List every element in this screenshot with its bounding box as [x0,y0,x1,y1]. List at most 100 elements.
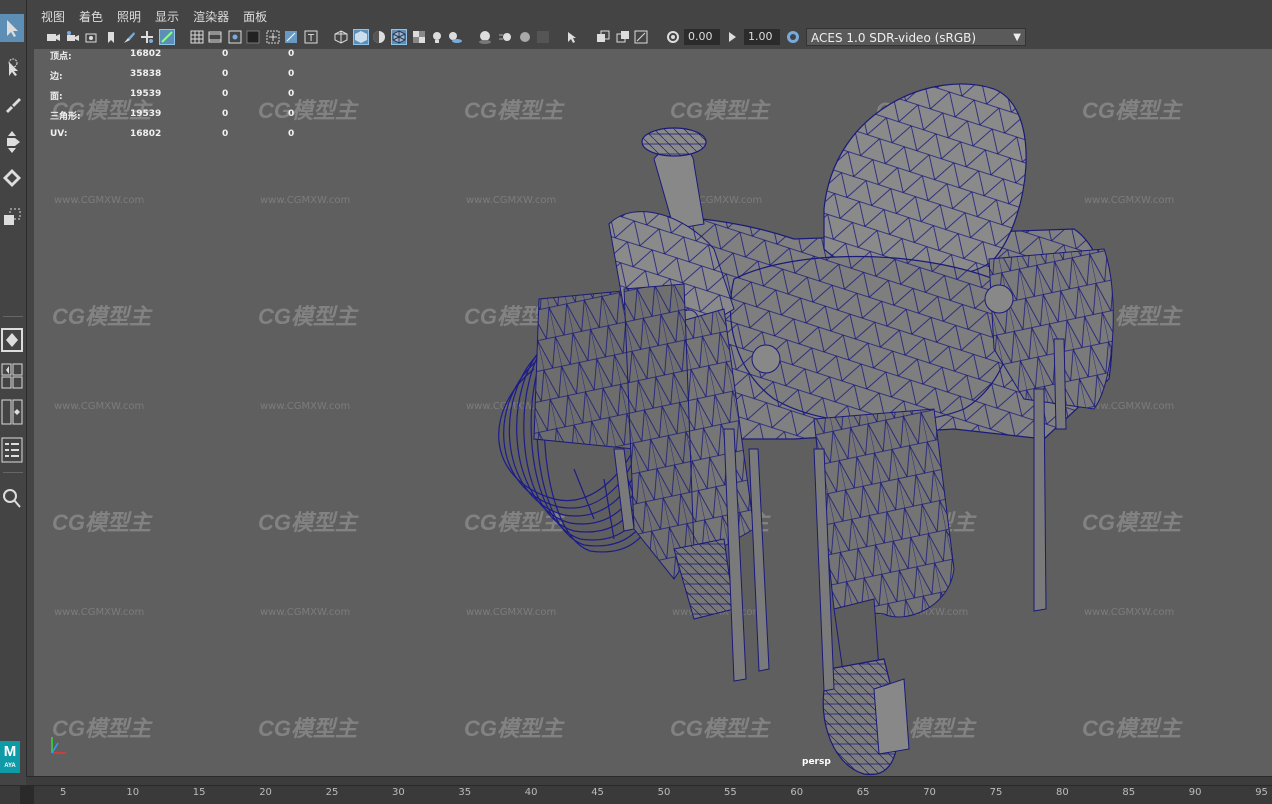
time-slider[interactable]: 5 10 15 20 25 30 35 40 45 50 55 60 65 70 75 80 85 90 95 [0,785,1272,804]
rotate-icon [3,169,21,187]
time-tick-label: 90 [1188,787,1202,798]
xray-joints-icon[interactable] [634,30,648,44]
two-view-button[interactable] [0,398,24,426]
field-chart-icon[interactable] [266,30,280,44]
grease-pencil-icon[interactable] [122,30,136,44]
hud-value: 0 [222,49,229,59]
multisample-aa-icon[interactable] [518,30,532,44]
move-tool-button[interactable] [0,128,24,156]
image-plane-icon[interactable] [104,30,118,44]
hud-value: 16802 [130,49,162,59]
hud-value: 0 [288,129,295,139]
hud-value: 19539 [130,109,162,119]
safe-action-icon[interactable] [284,30,298,44]
time-tick-label: 10 [126,787,140,798]
time-tick-label: 70 [923,787,936,798]
use-all-lights-icon[interactable] [430,30,444,44]
isolate-select-icon[interactable] [566,30,580,44]
view-transform-icon[interactable] [786,30,800,44]
smooth-shade-icon[interactable] [353,29,369,45]
menu-panels[interactable]: 面板 [236,5,274,27]
select-arrow-icon [7,20,18,37]
rotate-tool-button[interactable] [0,164,24,192]
scale-tool-button[interactable] [0,204,24,232]
time-tick-label: 25 [325,787,339,798]
hud-row: 三角形: 19539 0 0 [50,109,310,129]
hud-row: 边: 35838 0 0 [50,69,310,89]
time-tick-label: 75 [989,787,1003,798]
film-gate-icon[interactable] [208,30,222,44]
wireframe-on-shaded-icon[interactable] [391,29,407,45]
outliner-view-button[interactable] [0,436,24,464]
single-view-button[interactable] [0,326,24,354]
hud-value: 16802 [130,129,162,139]
exposure-icon[interactable] [666,30,680,44]
menu-renderer[interactable]: 渲染器 [186,5,236,27]
gate-mask-icon[interactable] [246,30,260,44]
scale-icon [4,208,21,225]
color-space-dropdown[interactable]: ACES 1.0 SDR-video (sRGB) ▼ [806,28,1026,46]
lasso-tool-button[interactable] [0,54,24,82]
hud-label: 边: [50,72,63,82]
paint-tool-button[interactable] [0,90,24,118]
camera-select-icon[interactable] [46,30,60,44]
hud-label: UV: [50,129,68,139]
time-tick-label: 95 [1255,787,1268,798]
3d-viewport[interactable]: CG模型主 CG模型主 CG模型主 CG模型主 CG模型主 CG模型主 CG模型主 CG模型主… [34,49,1272,776]
bookmark-icon[interactable] [84,30,98,44]
hud-value: 0 [222,89,229,99]
gamma-icon[interactable] [726,30,740,44]
layout-four-icon [1,363,23,389]
camera-name-label: persp [802,757,831,767]
brush-icon [6,98,21,113]
time-tick-label: 55 [724,787,737,798]
depth-of-field-icon[interactable] [536,30,550,44]
hud-value: 0 [288,69,295,79]
hud-label: 三角形: [50,112,81,122]
hud-value: 0 [222,109,229,119]
textured-icon[interactable] [412,30,426,44]
maya-logo-sub: AYA [4,763,16,769]
four-view-button[interactable] [0,362,24,390]
wireframe-icon[interactable] [334,30,348,44]
time-tick-label: 30 [392,787,405,798]
screen-space-ao-icon[interactable] [478,30,492,44]
saddle-model[interactable] [34,49,1272,776]
2d-pan-zoom-icon[interactable] [140,30,154,44]
attribute-paint-icon[interactable] [159,29,175,45]
saddle-stirrup [813,408,955,776]
xray-icon[interactable] [596,30,610,44]
resolution-gate-icon[interactable] [228,30,242,44]
menu-shading[interactable]: 着色 [72,5,110,27]
default-material-icon[interactable] [372,30,386,44]
menu-show[interactable]: 显示 [148,5,186,27]
motion-blur-icon[interactable] [498,30,512,44]
menu-view[interactable]: 视图 [34,5,72,27]
time-tick-label: 35 [458,787,472,798]
shadows-icon[interactable] [448,30,462,44]
tool-shelf: M AYA [0,0,27,785]
layout-single-icon [1,328,23,352]
time-tick-label: 45 [591,787,604,798]
hud-value: 0 [222,129,229,139]
maya-logo-letter: M [3,743,17,760]
xray-active-components-icon[interactable] [616,30,630,44]
safe-title-icon[interactable]: T [304,30,318,44]
gamma-field[interactable]: 1.00 [744,29,780,45]
panel-toolbar: T 0.00 1.00 ACES 1.0 SDR-video (sRGB) ▼ [34,27,1272,49]
lasso-icon [8,58,18,76]
camera-attributes-icon[interactable] [66,30,80,44]
outliner-icon [1,437,23,463]
time-tick-label: 85 [1122,787,1136,798]
grid-icon[interactable] [190,30,204,44]
panel-menubar: 视图 着色 照明 显示 渲染器 面板 [34,5,274,27]
search-button[interactable] [0,484,24,512]
exposure-field[interactable]: 0.00 [684,29,720,45]
menu-lighting[interactable]: 照明 [110,5,148,27]
select-tool-button[interactable] [0,14,24,42]
svg-text:T: T [307,33,315,44]
hud-row: UV: 16802 0 0 [50,129,310,149]
hud-value: 0 [222,69,229,79]
time-tick-label: 50 [657,787,671,798]
hud-value: 0 [288,49,295,59]
